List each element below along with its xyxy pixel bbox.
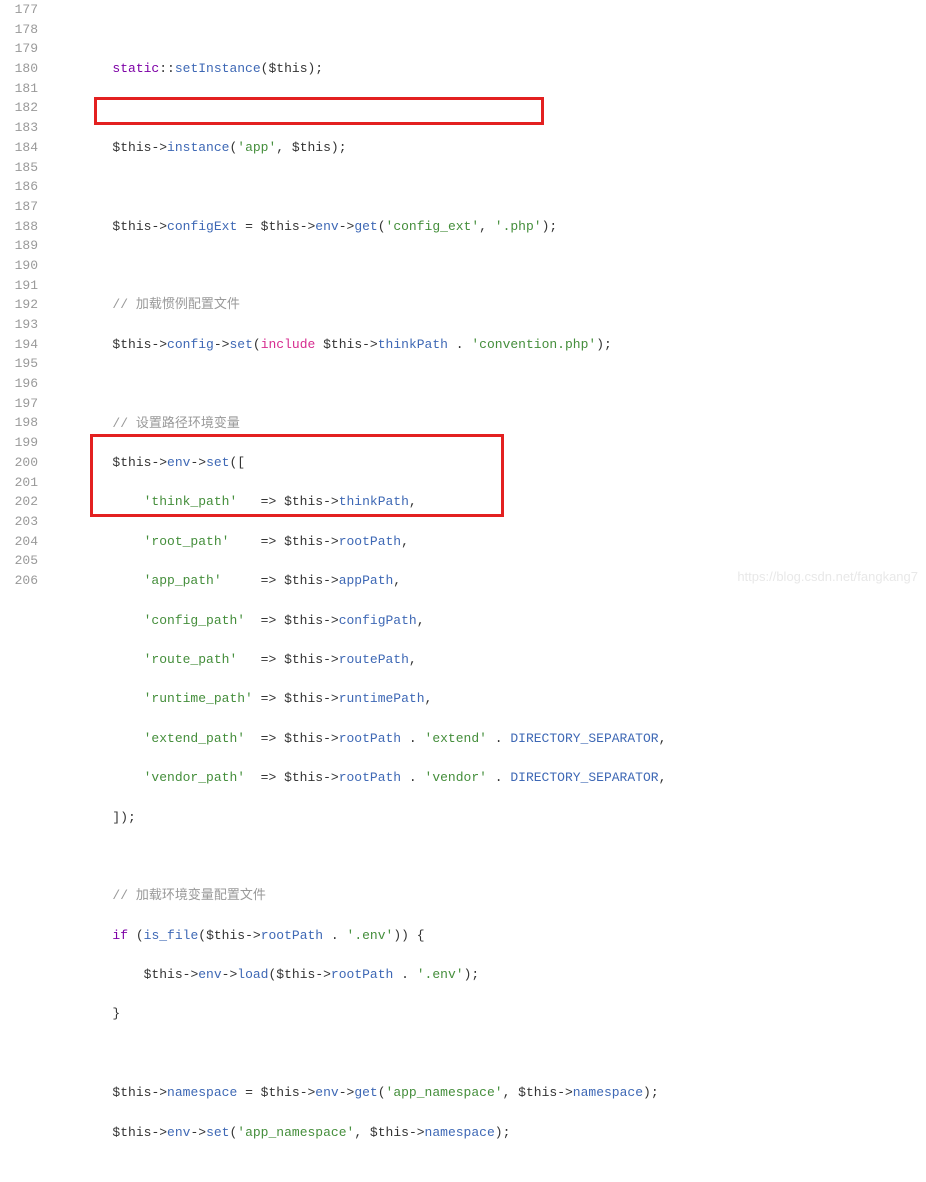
code-editor: 177 178 179 180 181 182 183 184 185 186 …: [0, 0, 926, 1182]
code-line: $this->configExt = $this->env->get('conf…: [50, 217, 926, 237]
code-line: // 加载环境变量配置文件: [50, 886, 926, 906]
line-number: 183: [0, 118, 38, 138]
line-number: 201: [0, 473, 38, 493]
code-line: // 设置路径环境变量: [50, 414, 926, 434]
line-number: 205: [0, 551, 38, 571]
code-content: static::setInstance($this); $this->insta…: [50, 0, 926, 1182]
code-line: 'vendor_path' => $this->rootPath . 'vend…: [50, 768, 926, 788]
line-number-gutter: 177 178 179 180 181 182 183 184 185 186 …: [0, 0, 50, 1182]
line-number: 198: [0, 413, 38, 433]
code-line: // 加载惯例配置文件: [50, 295, 926, 315]
line-number: 204: [0, 532, 38, 552]
code-line: [50, 847, 926, 867]
line-number: 193: [0, 315, 38, 335]
line-number: 194: [0, 335, 38, 355]
line-number: 192: [0, 295, 38, 315]
code-line: 'think_path' => $this->thinkPath,: [50, 492, 926, 512]
line-number: 195: [0, 354, 38, 374]
line-number: 206: [0, 571, 38, 591]
code-line: ]);: [50, 808, 926, 828]
line-number: 196: [0, 374, 38, 394]
code-line: 'route_path' => $this->routePath,: [50, 650, 926, 670]
line-number: 177: [0, 0, 38, 20]
code-line: $this->namespace = $this->env->get('app_…: [50, 1083, 926, 1103]
line-number: 185: [0, 158, 38, 178]
code-line: 'root_path' => $this->rootPath,: [50, 532, 926, 552]
line-number: 182: [0, 98, 38, 118]
line-number: 187: [0, 197, 38, 217]
line-number: 199: [0, 433, 38, 453]
line-number: 178: [0, 20, 38, 40]
code-line: 'extend_path' => $this->rootPath . 'exte…: [50, 729, 926, 749]
line-number: 179: [0, 39, 38, 59]
line-number: 191: [0, 276, 38, 296]
code-line: 'config_path' => $this->configPath,: [50, 611, 926, 631]
line-number: 200: [0, 453, 38, 473]
code-line: [50, 1162, 926, 1182]
code-line: $this->instance('app', $this);: [50, 138, 926, 158]
line-number: 202: [0, 492, 38, 512]
line-number: 186: [0, 177, 38, 197]
line-number: 180: [0, 59, 38, 79]
code-line: 'app_path' => $this->appPath,: [50, 571, 926, 591]
line-number: 184: [0, 138, 38, 158]
code-line: $this->env->set('app_namespace', $this->…: [50, 1123, 926, 1143]
code-line: [50, 1044, 926, 1064]
code-line: $this->env->set([: [50, 453, 926, 473]
line-number: 181: [0, 79, 38, 99]
line-number: 190: [0, 256, 38, 276]
code-line: static::setInstance($this);: [50, 59, 926, 79]
code-line: 'runtime_path' => $this->runtimePath,: [50, 689, 926, 709]
code-line: if (is_file($this->rootPath . '.env')) {: [50, 926, 926, 946]
line-number: 197: [0, 394, 38, 414]
code-line: $this->env->load($this->rootPath . '.env…: [50, 965, 926, 985]
code-line: }: [50, 1004, 926, 1024]
code-line: [50, 98, 926, 118]
line-number: 189: [0, 236, 38, 256]
line-number: 203: [0, 512, 38, 532]
code-line: $this->config->set(include $this->thinkP…: [50, 335, 926, 355]
code-line: [50, 374, 926, 394]
line-number: 188: [0, 217, 38, 237]
code-line: [50, 177, 926, 197]
code-line: [50, 256, 926, 276]
code-line: [50, 20, 926, 40]
